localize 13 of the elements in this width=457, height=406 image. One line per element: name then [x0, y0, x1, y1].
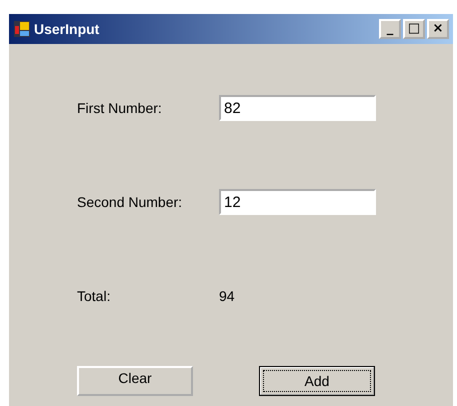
maximize-button[interactable]: □ [403, 19, 425, 39]
close-button[interactable]: × [427, 19, 449, 39]
action-button[interactable]: Add [259, 366, 375, 396]
total-label: Total: [77, 288, 112, 304]
total-value: 94 [219, 288, 235, 304]
field-label: First Number: [77, 100, 163, 116]
field-label: Second Number: [77, 194, 184, 210]
app-icon [14, 21, 30, 37]
window-title: UserInput [34, 21, 100, 37]
number-field[interactable]: 82 [219, 95, 376, 121]
number-field[interactable]: 12 [219, 189, 376, 215]
minimize-button[interactable]: _ [379, 19, 401, 39]
action-button[interactable]: Clear [77, 366, 193, 396]
